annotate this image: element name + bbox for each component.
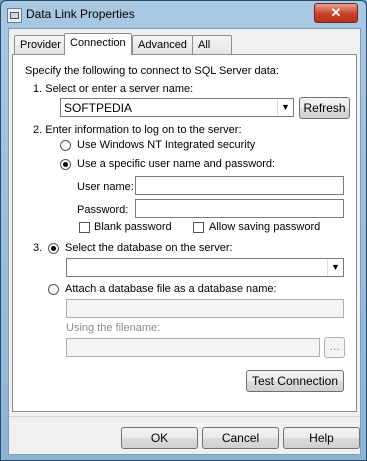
allow-saving-label: Allow saving password — [209, 221, 321, 233]
database-combobox[interactable]: ▼ — [66, 258, 344, 277]
tab-advanced[interactable]: Advanced — [132, 35, 193, 54]
cancel-button[interactable]: Cancel — [202, 427, 279, 449]
browse-button[interactable]: ... — [324, 337, 345, 358]
step3-number: 3. — [33, 242, 43, 254]
connection-panel: Specify the following to connect to SQL … — [12, 54, 357, 412]
password-input[interactable] — [135, 199, 344, 218]
footer-divider — [9, 416, 360, 417]
intro-text: Specify the following to connect to SQL … — [25, 65, 279, 77]
dropdown-arrow-icon[interactable]: ▼ — [327, 259, 343, 276]
ok-button[interactable]: OK — [121, 427, 198, 449]
tab-connection[interactable]: Connection — [64, 33, 132, 55]
using-filename-label: Using the filename: — [66, 322, 161, 334]
attach-name-input[interactable] — [66, 299, 344, 318]
step2-label: 2. Enter information to log on to the se… — [33, 124, 242, 136]
close-button[interactable]: ✕ — [314, 3, 358, 23]
refresh-button[interactable]: Refresh — [299, 97, 350, 119]
nt-security-radio[interactable] — [60, 140, 71, 151]
tab-all[interactable]: All — [192, 35, 232, 54]
blank-password-label: Blank password — [94, 221, 172, 233]
test-connection-button[interactable]: Test Connection — [246, 370, 344, 392]
select-database-radio[interactable] — [48, 243, 59, 254]
attach-database-label: Attach a database file as a database nam… — [65, 283, 277, 295]
allow-saving-checkbox[interactable] — [193, 222, 204, 233]
password-label: Password: — [77, 204, 129, 216]
app-icon — [7, 8, 22, 23]
server-name-combobox[interactable]: SOFTPEDIA ▼ — [60, 98, 294, 117]
dialog-client: Provider Connection Advanced All Specify… — [8, 28, 361, 455]
window-title: Data Link Properties — [26, 7, 135, 21]
server-name-value: SOFTPEDIA — [64, 101, 133, 115]
tab-provider[interactable]: Provider — [14, 35, 67, 54]
nt-security-label: Use Windows NT Integrated security — [77, 139, 256, 151]
filename-input[interactable] — [66, 338, 320, 357]
username-label: User name: — [77, 181, 134, 193]
specific-user-radio[interactable] — [60, 159, 71, 170]
dropdown-arrow-icon[interactable]: ▼ — [277, 99, 293, 116]
attach-database-radio[interactable] — [48, 284, 59, 295]
username-input[interactable] — [135, 176, 344, 195]
help-button[interactable]: Help — [283, 427, 360, 449]
title-bar[interactable]: Data Link Properties ✕ — [1, 1, 366, 28]
dialog-window: Data Link Properties ✕ Provider Connecti… — [0, 0, 367, 461]
specific-user-label: Use a specific user name and password: — [77, 158, 276, 170]
blank-password-checkbox[interactable] — [79, 222, 90, 233]
step1-label: 1. Select or enter a server name: — [33, 83, 194, 95]
select-database-label: Select the database on the server: — [65, 242, 233, 254]
